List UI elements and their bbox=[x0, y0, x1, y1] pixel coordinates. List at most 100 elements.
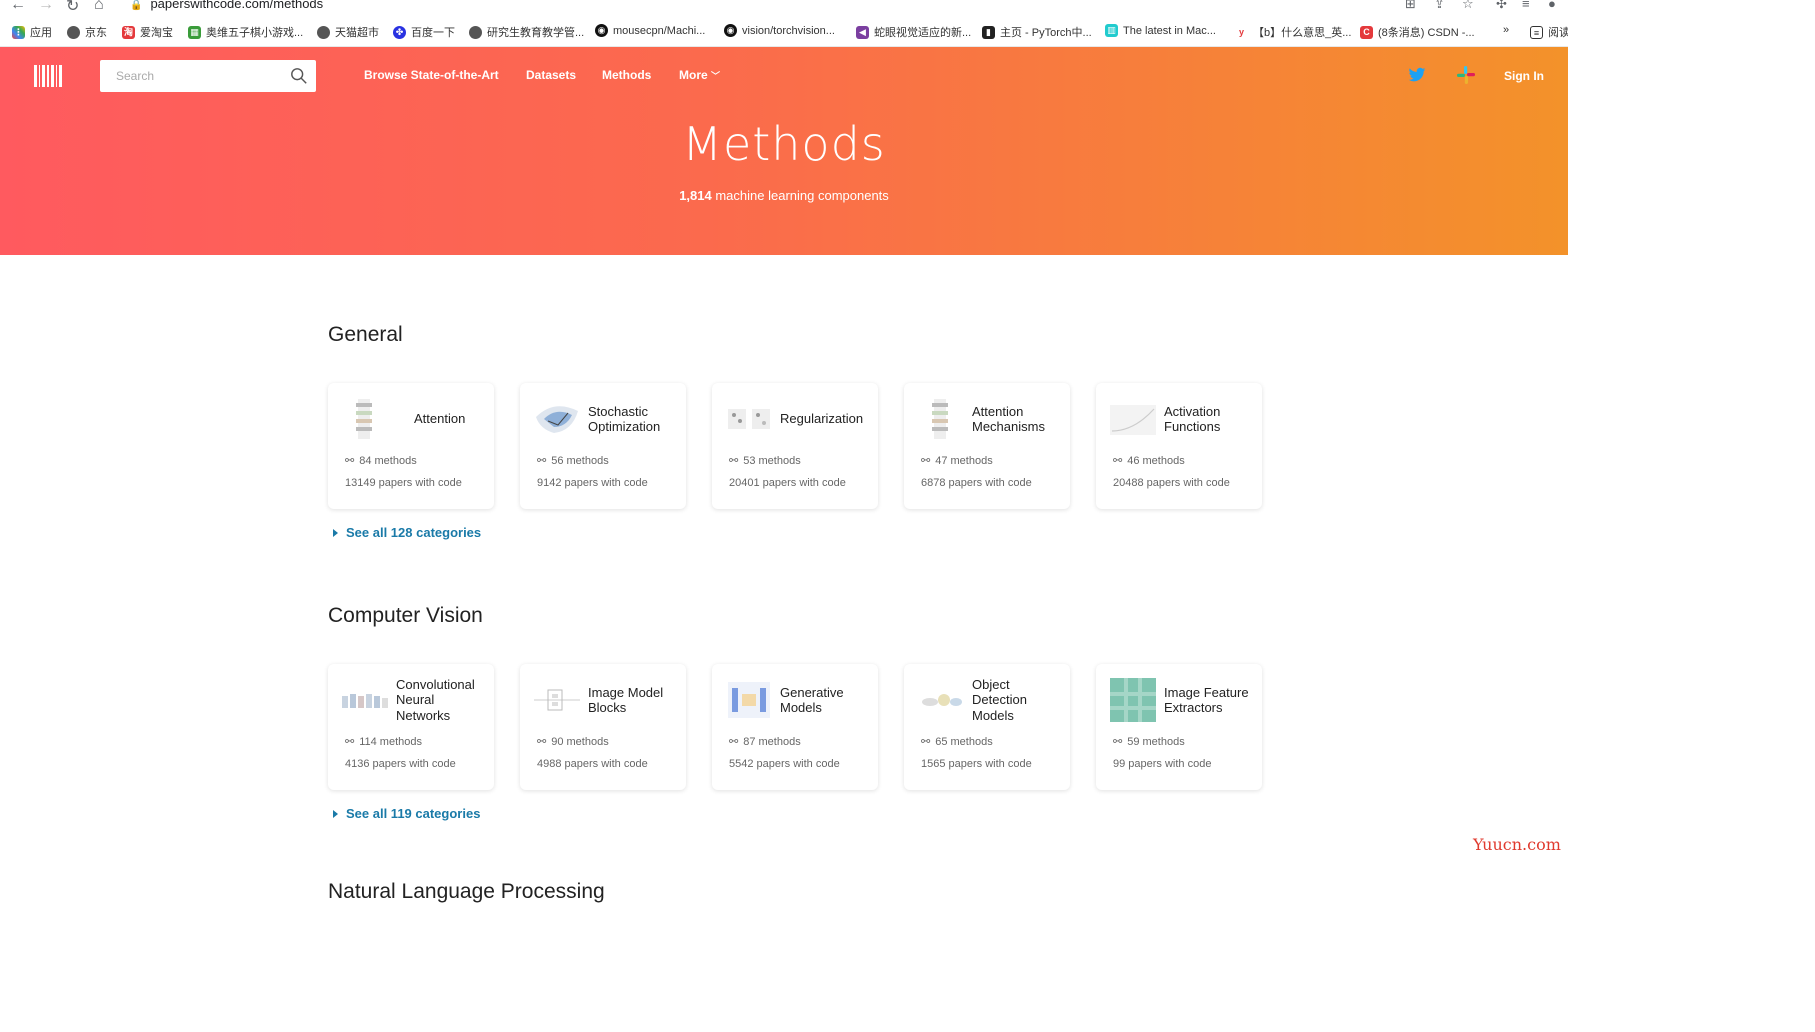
card-title: Activation Functions bbox=[1164, 403, 1221, 435]
bookmark-youdao[interactable]: y 【b】什么意思_英... bbox=[1235, 24, 1351, 40]
bookmark-snake[interactable]: ◀ 蛇眼视觉适应的新... bbox=[856, 24, 971, 40]
card-methods: ⚯ 56 methods bbox=[537, 454, 609, 468]
hero-banner: Browse State-of-the-Art Datasets Methods… bbox=[0, 47, 1568, 255]
category-card-generative-models[interactable]: Generative Models ⚯ 87 methods 5542 paper… bbox=[712, 664, 878, 790]
forward-icon[interactable]: → bbox=[38, 0, 54, 14]
share-icon[interactable]: ⇪ bbox=[1434, 0, 1445, 12]
translate-icon[interactable]: ⊞ bbox=[1405, 0, 1416, 12]
extensions-icon[interactable]: ✣ bbox=[1496, 0, 1507, 12]
card-methods: ⚯ 87 methods bbox=[729, 735, 801, 749]
section-title-nlp: Natural Language Processing bbox=[328, 880, 605, 903]
components-label: machine learning components bbox=[711, 188, 889, 203]
methods-icon: ⚯ bbox=[729, 455, 739, 467]
card-title: Image Model Blocks bbox=[588, 684, 664, 716]
sound-icon: ◀ bbox=[856, 25, 869, 39]
nav-browse-sota[interactable]: Browse State-of-the-Art bbox=[364, 68, 499, 82]
bookmark-github-2[interactable]: ◉ vision/torchvision... bbox=[724, 24, 835, 37]
reading-icon: ≡ bbox=[1530, 25, 1543, 39]
bookmark-aitaobao[interactable]: 淘爱淘宝 bbox=[122, 24, 173, 40]
nav-more[interactable]: More ﹀ bbox=[679, 68, 720, 82]
bookmark-pytorch[interactable]: ▮ 主页 - PyTorch中... bbox=[982, 24, 1092, 40]
see-all-general-link[interactable]: See all 128 categories bbox=[333, 525, 481, 540]
nav-datasets[interactable]: Datasets bbox=[526, 68, 576, 82]
card-title: Attention bbox=[414, 411, 466, 427]
chevron-down-icon: ﹀ bbox=[711, 71, 721, 81]
github-icon: ◉ bbox=[724, 24, 737, 37]
card-papers: 99 papers with code bbox=[1113, 758, 1212, 770]
slack-icon[interactable] bbox=[1456, 65, 1476, 85]
bookmark-gomoku[interactable]: ▦ 奥维五子棋小游戏... bbox=[188, 24, 303, 40]
category-card-object-detection-models[interactable]: Object Detection Models ⚯ 65 methods 1565… bbox=[904, 664, 1070, 790]
back-icon[interactable]: ← bbox=[10, 0, 26, 14]
card-title: Attention Mechanisms bbox=[972, 403, 1045, 435]
cnn-architecture-icon bbox=[342, 694, 388, 708]
category-card-image-model-blocks[interactable]: Image Model Blocks ⚯ 90 methods 4988 pape… bbox=[520, 664, 686, 790]
caret-right-icon bbox=[333, 528, 338, 537]
card-papers: 20488 papers with code bbox=[1113, 477, 1230, 489]
methods-icon: ⚯ bbox=[1113, 736, 1123, 748]
home-icon[interactable]: ⌂ bbox=[94, 0, 104, 14]
bookmark-reading[interactable]: ≡ 阅读 bbox=[1530, 24, 1568, 40]
category-card-regularization[interactable]: Regularization ⚯ 53 methods 20401 papers … bbox=[712, 383, 878, 509]
bookmark-grad[interactable]: 研究生教育教学管... bbox=[469, 24, 584, 40]
search-input[interactable] bbox=[116, 69, 276, 83]
search-box bbox=[100, 60, 316, 92]
card-title: Object Detection Models bbox=[972, 676, 1027, 723]
attention-diagram-icon bbox=[356, 399, 372, 439]
bookmarks-overflow[interactable]: » bbox=[1503, 24, 1509, 36]
bookmark-github-1[interactable]: ◉ mousecpn/Machi... bbox=[595, 24, 705, 37]
attention-mechanism-diagram-icon bbox=[932, 399, 948, 439]
card-papers: 4136 papers with code bbox=[345, 758, 456, 770]
category-card-cnn[interactable]: Convolutional Neural Networks ⚯ 114 metho… bbox=[328, 664, 494, 790]
card-methods: ⚯ 84 methods bbox=[345, 454, 417, 468]
methods-icon: ⚯ bbox=[537, 455, 547, 467]
dropout-network-icon bbox=[728, 409, 770, 429]
address-bar[interactable]: 🔒 paperswithcode.com/methods bbox=[130, 0, 323, 11]
caret-right-icon bbox=[333, 809, 338, 818]
reading-list-icon[interactable]: ≡ bbox=[1522, 0, 1530, 11]
avatar[interactable]: ● bbox=[1548, 0, 1556, 11]
bookmark-tmall[interactable]: 天猫超市 bbox=[317, 24, 379, 40]
watermark-text: Yuucn.com bbox=[1473, 835, 1561, 854]
browser-toolbar: ← → ↻ ⌂ 🔒 paperswithcode.com/methods ⊞ ⇪ … bbox=[0, 0, 1568, 16]
pwc-icon: ▥ bbox=[1105, 24, 1118, 37]
card-papers: 4988 papers with code bbox=[537, 758, 648, 770]
globe-icon bbox=[67, 25, 80, 39]
category-card-attention[interactable]: Attention ⚯ 84 methods 13149 papers with … bbox=[328, 383, 494, 509]
bookmark-jd[interactable]: 京东 bbox=[67, 24, 107, 40]
methods-icon: ⚯ bbox=[729, 736, 739, 748]
card-title: Stochastic Optimization bbox=[588, 403, 661, 435]
search-icon[interactable] bbox=[290, 67, 308, 85]
methods-icon: ⚯ bbox=[1113, 455, 1123, 467]
pwc-logo-icon[interactable] bbox=[34, 65, 63, 87]
category-card-stochastic-optimization[interactable]: Stochastic Optimization ⚯ 56 methods 9142… bbox=[520, 383, 686, 509]
activation-curve-icon bbox=[1110, 405, 1156, 435]
reload-icon[interactable]: ↻ bbox=[66, 0, 79, 16]
twitter-icon[interactable] bbox=[1408, 67, 1426, 83]
components-count: 1,814 bbox=[679, 188, 712, 203]
card-papers: 6878 papers with code bbox=[921, 477, 1032, 489]
nav-more-label: More bbox=[679, 68, 708, 82]
methods-icon: ⚯ bbox=[345, 455, 355, 467]
card-papers: 5542 papers with code bbox=[729, 758, 840, 770]
bookmark-apps[interactable]: ⋮ 应用 bbox=[12, 24, 52, 40]
sign-in-link[interactable]: Sign In bbox=[1504, 69, 1544, 83]
star-icon[interactable]: ☆ bbox=[1462, 0, 1474, 12]
bookmark-csdn[interactable]: C (8条消息) CSDN -... bbox=[1360, 24, 1475, 40]
bookmark-pwc[interactable]: ▥ The latest in Mac... bbox=[1105, 24, 1216, 37]
bookmark-baidu[interactable]: ✤ 百度一下 bbox=[393, 24, 455, 40]
card-methods: ⚯ 59 methods bbox=[1113, 735, 1185, 749]
csdn-icon: C bbox=[1360, 25, 1373, 39]
bookmarks-bar: ⋮ 应用 京东 淘爱淘宝 ▦ 奥维五子棋小游戏... 天猫超市 ✤ 百度一下 研究生教… bbox=[0, 16, 1568, 47]
category-card-attention-mechanisms[interactable]: Attention Mechanisms ⚯ 47 methods 6878 pa… bbox=[904, 383, 1070, 509]
globe-icon bbox=[317, 25, 330, 39]
card-methods: ⚯ 53 methods bbox=[729, 454, 801, 468]
nav-methods[interactable]: Methods bbox=[602, 68, 651, 82]
see-all-cv-link[interactable]: See all 119 categories bbox=[333, 806, 480, 821]
grid-icon: ▦ bbox=[188, 25, 201, 39]
globe-icon bbox=[469, 25, 482, 39]
category-card-image-feature-extractors[interactable]: Image Feature Extractors ⚯ 59 methods 99 … bbox=[1096, 664, 1262, 790]
url-text: paperswithcode.com/methods bbox=[150, 0, 324, 11]
card-methods: ⚯ 65 methods bbox=[921, 735, 993, 749]
category-card-activation-functions[interactable]: Activation Functions ⚯ 46 methods 20488 p… bbox=[1096, 383, 1262, 509]
